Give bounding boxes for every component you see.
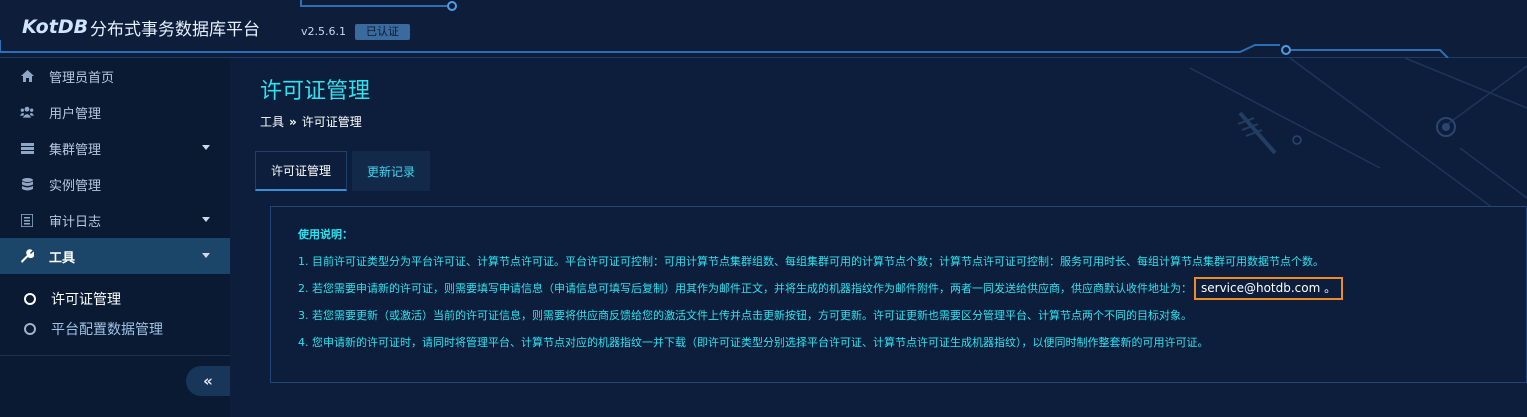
sidebar-item-cluster[interactable]: 集群管理 xyxy=(0,130,230,166)
sidebar-item-tools[interactable]: 工具 xyxy=(0,238,230,274)
sidebar: 管理员首页 用户管理 集群管理 实例管理 审计日志 工具 许可证管理 平台配置数… xyxy=(0,58,230,417)
notice-line: 2. 若您需要申请新的许可证，则需要填写申请信息（申请信息可填写后复制）用其作为… xyxy=(298,277,1516,308)
list-icon xyxy=(20,213,34,227)
sidebar-item-users[interactable]: 用户管理 xyxy=(0,94,230,130)
breadcrumb-current: 许可证管理 xyxy=(301,115,362,129)
sidebar-item-label: 管理员首页 xyxy=(49,70,115,86)
app-window: KotDB 分布式事务数据库平台 v2.5.6.1 已认证 管理员首页 用户管理… xyxy=(0,0,1527,417)
usage-notice-panel: 使用说明： 1. 目前许可证类型分为平台许可证、计算节点许可证。平台许可证可控制… xyxy=(270,206,1527,383)
tab-update-history[interactable]: 更新记录 xyxy=(352,151,431,191)
collapse-sidebar-button[interactable]: « xyxy=(186,366,230,396)
sidebar-item-label: 工具 xyxy=(49,250,76,266)
app-title: 分布式事务数据库平台 xyxy=(90,20,260,40)
logo-text: KotDB xyxy=(22,16,89,38)
home-icon xyxy=(20,69,34,83)
sidebar-item-label: 用户管理 xyxy=(49,106,102,122)
notice-title: 使用说明： xyxy=(298,228,353,241)
top-header: KotDB 分布式事务数据库平台 v2.5.6.1 已认证 xyxy=(0,0,1527,58)
circle-bullet-icon xyxy=(24,293,36,305)
sidebar-subitem-label: 平台配置数据管理 xyxy=(51,322,163,338)
sidebar-item-label: 实例管理 xyxy=(49,178,102,194)
notice-line: 3. 若您需要更新（或激活）当前的许可证信息，则需要将供应商反馈给您的激活文件上… xyxy=(298,309,1192,322)
tools-submenu: 许可证管理 平台配置数据管理 xyxy=(0,272,230,356)
hotdb-logo[interactable]: KotDB xyxy=(22,14,88,40)
page-title: 许可证管理 xyxy=(260,79,371,104)
chevron-down-icon xyxy=(202,253,210,258)
main-content: 许可证管理 工具 » 许可证管理 许可证管理 更新记录 使用说明： 1. 目前许… xyxy=(230,58,1527,417)
sidebar-subitem-label: 许可证管理 xyxy=(51,292,121,308)
server-icon xyxy=(20,141,34,155)
version-label: v2.5.6.1 xyxy=(301,25,346,38)
database-icon xyxy=(20,177,34,191)
sidebar-item-audit-log[interactable]: 审计日志 xyxy=(0,202,230,238)
sidebar-item-label: 集群管理 xyxy=(49,142,102,158)
sidebar-item-admin-home[interactable]: 管理员首页 xyxy=(0,58,230,94)
sidebar-item-instance[interactable]: 实例管理 xyxy=(0,166,230,202)
breadcrumb-root-link[interactable]: 工具 xyxy=(260,113,284,130)
tab-bar: 许可证管理 更新记录 xyxy=(255,151,435,191)
sidebar-subitem-platform-config[interactable]: 平台配置数据管理 xyxy=(24,319,163,339)
wrench-icon xyxy=(20,249,34,263)
breadcrumb: 工具 » 许可证管理 xyxy=(260,113,362,130)
vendor-email: service@hotdb.com 。 xyxy=(1194,277,1343,300)
tab-license-management[interactable]: 许可证管理 xyxy=(255,151,348,191)
chevron-down-icon xyxy=(202,217,210,222)
circle-bullet-icon xyxy=(24,323,36,335)
sidebar-subitem-license[interactable]: 许可证管理 xyxy=(24,289,121,309)
certified-badge: 已认证 xyxy=(355,24,410,40)
chevron-down-icon xyxy=(202,145,210,150)
users-icon xyxy=(20,105,34,119)
breadcrumb-separator: » xyxy=(289,114,297,129)
notice-line: 4. 您申请新的许可证时，请同时将管理平台、计算节点对应的机器指纹一并下载（即许… xyxy=(298,336,1209,349)
sidebar-item-label: 审计日志 xyxy=(49,214,102,230)
